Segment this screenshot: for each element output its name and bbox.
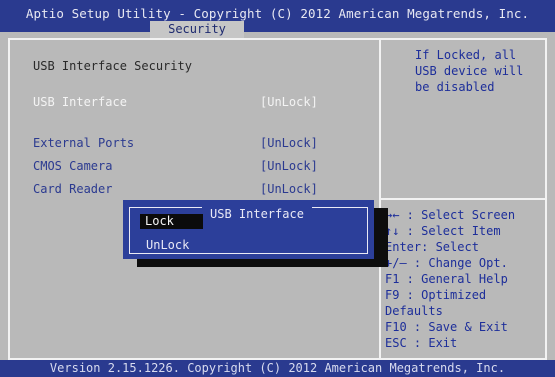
key-help-select-item: ↑↓ : Select Item: [385, 224, 501, 238]
key-help-defaults: Defaults: [385, 304, 443, 318]
card-reader-value[interactable]: [UnLock]: [260, 182, 318, 196]
usb-interface-value[interactable]: [UnLock]: [260, 95, 318, 109]
help-line-2: USB device will: [415, 64, 524, 78]
app-title: Aptio Setup Utility - Copyright (C) 2012…: [25, 6, 530, 21]
key-help-enter: Enter: Select: [385, 240, 479, 254]
popup-title: USB Interface: [202, 207, 312, 221]
cmos-camera-label[interactable]: CMOS Camera: [33, 159, 112, 173]
version-footer: Version 2.15.1226. Copyright (C) 2012 Am…: [0, 360, 555, 377]
help-line-3: be disabled: [415, 80, 495, 94]
title-bar: Aptio Setup Utility - Copyright (C) 2012…: [0, 0, 555, 32]
key-help-esc: ESC : Exit: [385, 336, 458, 350]
cmos-camera-value[interactable]: [UnLock]: [260, 159, 318, 173]
tab-security[interactable]: Security: [150, 21, 244, 38]
key-help-f1: F1 : General Help: [385, 272, 508, 286]
external-ports-value[interactable]: [UnLock]: [260, 136, 318, 150]
option-unlock[interactable]: UnLock: [146, 238, 189, 252]
help-line-1: If Locked, all: [415, 48, 517, 62]
key-help-change-opt: +/— : Change Opt.: [385, 256, 508, 270]
help-divider: [381, 198, 545, 200]
external-ports-label[interactable]: External Ports: [33, 136, 134, 150]
option-lock[interactable]: Lock: [140, 214, 203, 229]
key-help-f10: F10 : Save & Exit: [385, 320, 508, 334]
usb-interface-label[interactable]: USB Interface: [33, 95, 127, 109]
section-title: USB Interface Security: [33, 59, 192, 73]
key-help-select-screen: →← : Select Screen: [385, 208, 516, 222]
key-help-f9: F9 : Optimized: [385, 288, 487, 302]
card-reader-label[interactable]: Card Reader: [33, 182, 112, 196]
